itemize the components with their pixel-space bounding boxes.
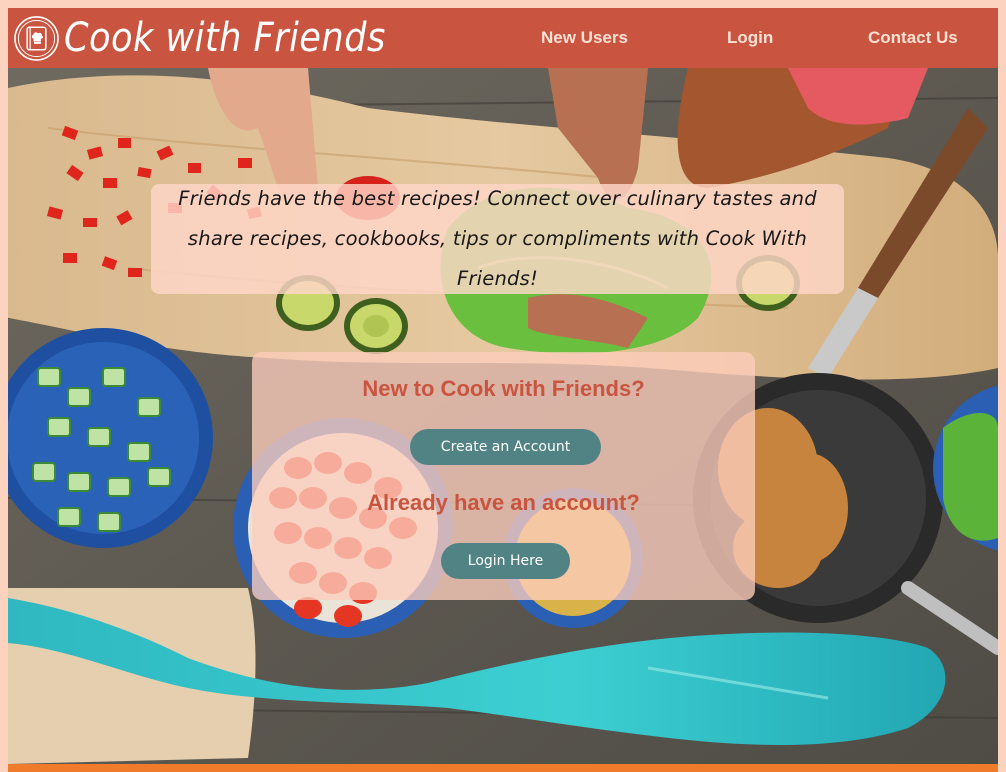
site-header: Cook with Friends New Users Login Contac… (8, 8, 998, 68)
cookbook-chef-hat-icon[interactable] (13, 15, 60, 62)
page-frame: Cook with Friends New Users Login Contac… (8, 8, 998, 764)
footer-bar (8, 764, 998, 772)
create-account-button[interactable]: Create an Account (410, 429, 601, 465)
nav-login[interactable]: Login (727, 8, 773, 68)
login-here-button[interactable]: Login Here (441, 543, 570, 579)
intro-text: Friends have the best recipes! Connect o… (178, 187, 817, 290)
intro-banner: Friends have the best recipes! Connect o… (151, 184, 844, 294)
account-card: New to Cook with Friends? Create an Acco… (252, 352, 755, 600)
nav-new-users[interactable]: New Users (541, 8, 628, 68)
brand-title[interactable]: Cook with Friends (64, 10, 386, 66)
existing-user-heading: Already have an account? (367, 490, 640, 515)
nav-contact-us[interactable]: Contact Us (868, 8, 958, 68)
new-user-heading: New to Cook with Friends? (362, 376, 645, 401)
